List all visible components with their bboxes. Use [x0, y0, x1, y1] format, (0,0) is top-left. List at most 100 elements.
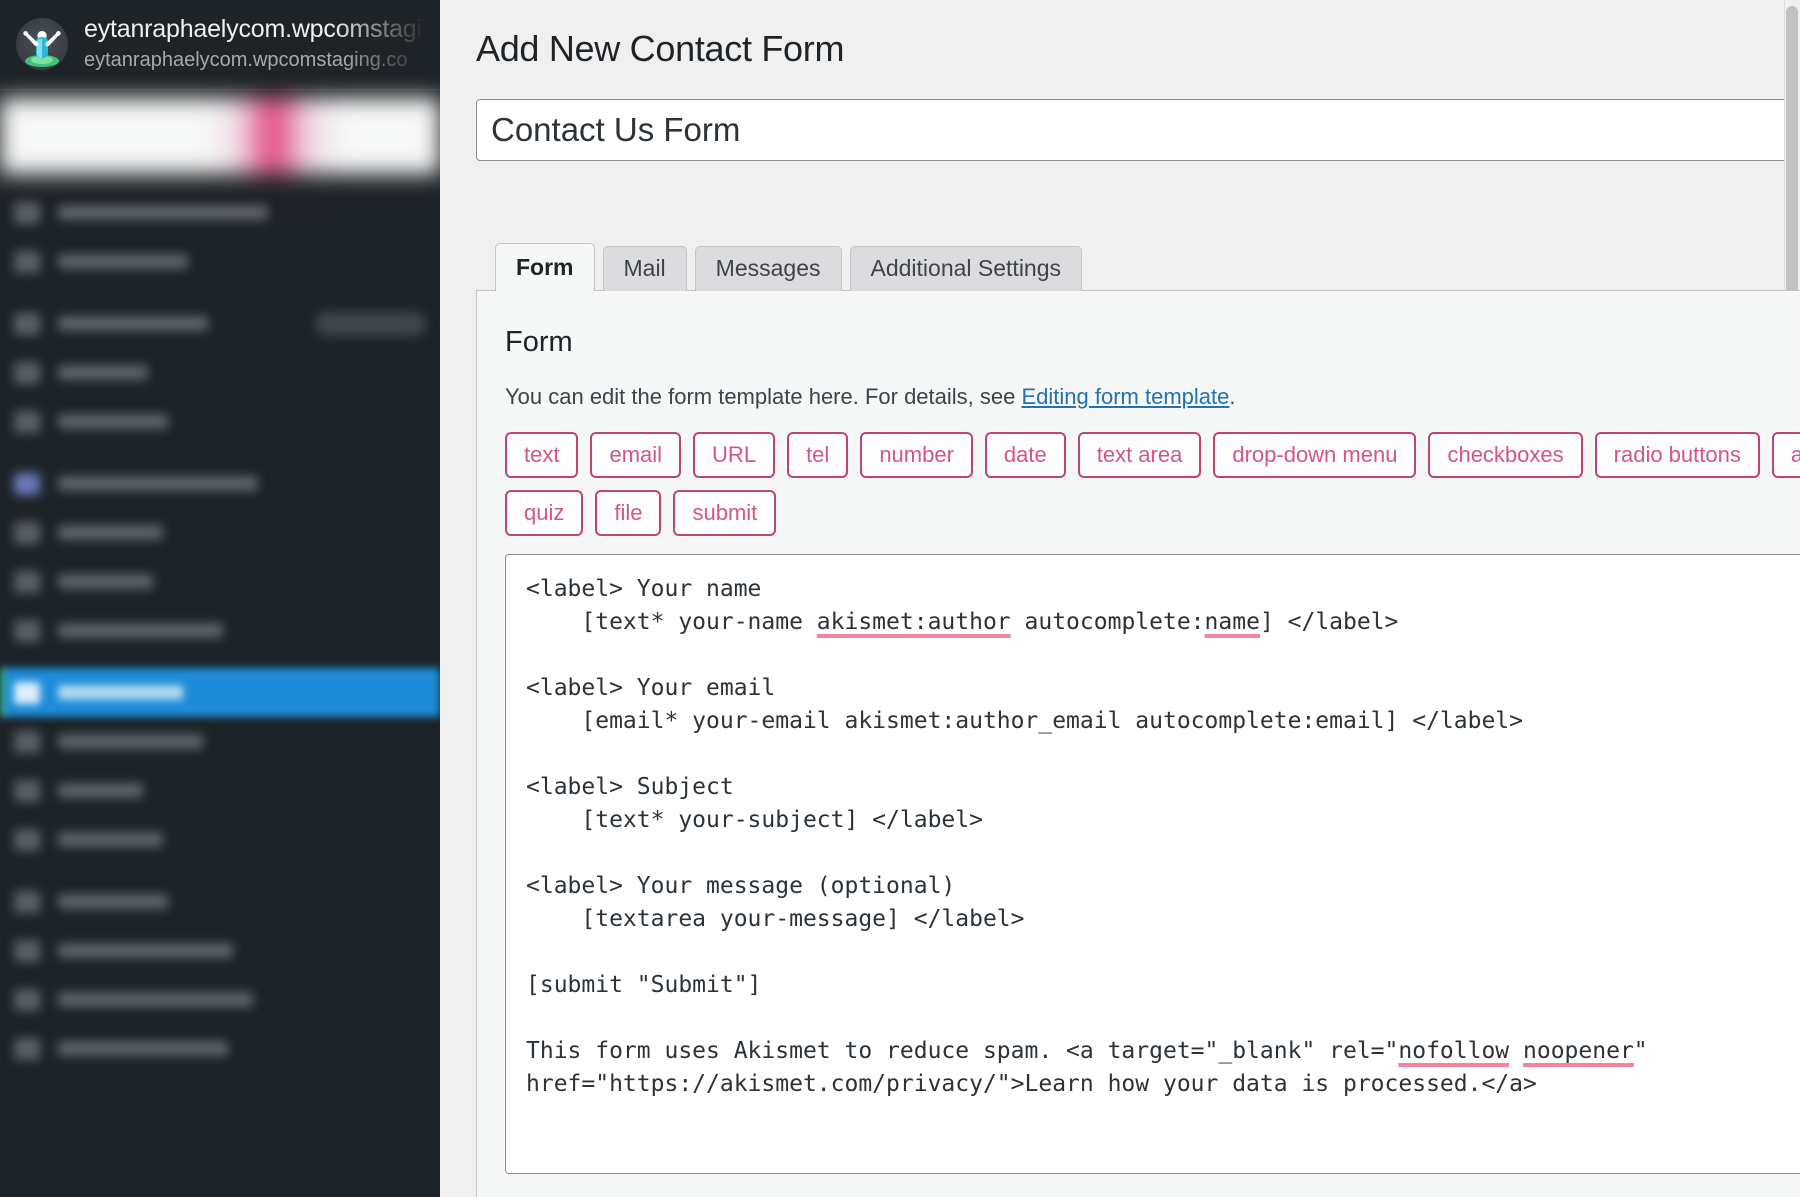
- sidebar-item[interactable]: [0, 237, 440, 286]
- template-line: [526, 738, 1800, 771]
- spellcheck-underline: akismet:author: [816, 609, 1011, 636]
- sidebar-item[interactable]: [0, 926, 440, 975]
- form-tag-generator-buttons: text email URL tel number date text area drop-d…: [505, 432, 1800, 537]
- sidebar-item-icon: [14, 988, 40, 1011]
- template-text: ] </label>: [1259, 609, 1399, 636]
- template-line: href="https://akismet.com/privacy/">Lear…: [526, 1071, 1537, 1098]
- site-url: eytanraphaelycom.wpcomstaging.co: [84, 49, 408, 72]
- tag-button-quiz[interactable]: quiz: [505, 490, 584, 537]
- tag-button-text[interactable]: text: [505, 432, 579, 479]
- sidebar-item-icon: [14, 410, 40, 433]
- sidebar-item[interactable]: [0, 557, 440, 606]
- sidebar-item-badge: [316, 311, 426, 336]
- sidebar-item-label: [58, 783, 143, 798]
- tag-button-row: text email URL tel number date text area drop-d…: [505, 432, 1800, 479]
- sidebar-item-icon: [14, 250, 40, 273]
- tag-button-email[interactable]: email: [590, 432, 682, 479]
- sidebar-item[interactable]: [0, 188, 440, 237]
- sidebar-separator: [0, 286, 440, 299]
- sidebar-item[interactable]: [0, 508, 440, 557]
- template-text: [1509, 1038, 1523, 1064]
- sidebar-item-label: [58, 1041, 228, 1056]
- sidebar-item-icon: [14, 361, 40, 384]
- sidebar-item[interactable]: [0, 606, 440, 655]
- sidebar-item-current[interactable]: [0, 668, 440, 717]
- sidebar-item[interactable]: [0, 717, 440, 766]
- form-tab-panel: Form You can edit the form template here…: [476, 289, 1800, 1197]
- sidebar-item-label: [58, 894, 168, 909]
- page-title: Add New Contact Form: [476, 28, 845, 69]
- site-header[interactable]: eytanraphaelycom.wpcomstaging eytanrapha…: [0, 0, 440, 90]
- sidebar-item[interactable]: [0, 975, 440, 1024]
- tag-button-number[interactable]: number: [860, 432, 973, 479]
- sidebar-item-label: [58, 476, 258, 491]
- sidebar-item-label: [58, 734, 203, 749]
- sidebar-item-icon: [14, 939, 40, 962]
- admin-screen: eytanraphaelycom.wpcomstaging eytanrapha…: [0, 0, 1800, 1197]
- section-title: Form: [505, 325, 573, 358]
- sidebar-item[interactable]: [0, 766, 440, 815]
- site-identity: eytanraphaelycom.wpcomstaging eytanrapha…: [84, 14, 424, 73]
- sidebar-item-icon: [14, 521, 40, 544]
- tag-button-radio-buttons[interactable]: radio buttons: [1594, 432, 1760, 479]
- sidebar-item-icon: [14, 619, 40, 642]
- sidebar-item[interactable]: [0, 397, 440, 446]
- tab-form[interactable]: Form: [495, 242, 595, 291]
- template-line: <label> Subject: [526, 774, 734, 801]
- sidebar-item[interactable]: [0, 877, 440, 926]
- template-line: [text* your-subject] </label>: [526, 807, 983, 834]
- sidebar-item-label: [58, 992, 253, 1007]
- spellcheck-underline: name: [1204, 609, 1260, 636]
- sidebar-item-icon: [14, 681, 40, 704]
- template-line: <label> Your email: [526, 675, 776, 702]
- sidebar-item-icon: [14, 730, 40, 753]
- tag-button-acceptance[interactable]: acceptance: [1771, 432, 1800, 479]
- template-line: [email* your-email akismet:author_email …: [526, 708, 1523, 735]
- form-template-textarea[interactable]: <label> Your name [text* your-name akism…: [505, 554, 1800, 1175]
- sidebar-item-label: [58, 574, 153, 589]
- editing-form-template-link[interactable]: Editing form template: [1021, 384, 1229, 409]
- settings-tabs: Form Mail Messages Additional Settings: [476, 242, 1800, 291]
- sidebar-item-icon: [14, 201, 40, 224]
- sidebar-item[interactable]: [0, 1024, 440, 1073]
- template-line: This form uses Akismet to reduce spam. <…: [526, 1035, 1800, 1068]
- sidebar-item-label: [58, 943, 233, 958]
- sidebar-item-label: [58, 623, 223, 638]
- site-title: eytanraphaelycom.wpcomstaging: [84, 14, 424, 43]
- template-line: [textarea your-message] </label>: [526, 906, 1025, 933]
- sidebar-item[interactable]: [0, 815, 440, 864]
- tab-messages[interactable]: Messages: [694, 245, 842, 291]
- sidebar-search-input[interactable]: [0, 98, 440, 174]
- sidebar-item[interactable]: [0, 459, 440, 508]
- template-line: [submit "Submit"]: [526, 972, 762, 999]
- sidebar-item-label: [58, 254, 188, 269]
- tab-mail[interactable]: Mail: [602, 245, 687, 291]
- sidebar-item-label: [58, 205, 268, 220]
- template-text: ": [1633, 1038, 1648, 1065]
- spellcheck-underline: noopener: [1523, 1038, 1634, 1065]
- template-line: [526, 1002, 1800, 1035]
- template-line: <label> Your message (optional): [526, 873, 956, 900]
- tab-additional-settings[interactable]: Additional Settings: [849, 245, 1083, 291]
- tag-button-submit[interactable]: submit: [673, 490, 777, 537]
- tag-button-file[interactable]: file: [595, 490, 662, 537]
- tag-button-date[interactable]: date: [984, 432, 1066, 479]
- sidebar-separator: [0, 446, 440, 459]
- sidebar-item-label: [58, 316, 208, 331]
- tag-button-row: quiz file submit: [505, 490, 1800, 537]
- form-title-input[interactable]: [476, 98, 1800, 161]
- section-description-text: You can edit the form template here. For…: [505, 383, 1022, 409]
- sidebar-separator: [0, 655, 440, 668]
- sidebar-item-icon: [14, 779, 40, 802]
- tag-button-tel[interactable]: tel: [787, 432, 849, 479]
- template-text: autocomplete:: [1010, 609, 1205, 636]
- tag-button-checkboxes[interactable]: checkboxes: [1428, 432, 1583, 479]
- sidebar-item[interactable]: [0, 299, 440, 348]
- tag-button-drop-down-menu[interactable]: drop-down menu: [1213, 432, 1417, 479]
- sidebar-item-label: [58, 832, 163, 847]
- main-content: Add New Contact Form FormMailMessagesAdd…: [440, 0, 1800, 1197]
- sidebar-item[interactable]: [0, 348, 440, 397]
- tag-button-text-area[interactable]: text area: [1077, 432, 1202, 479]
- tag-button-url[interactable]: URL: [693, 432, 776, 479]
- section-description: You can edit the form template here. For…: [505, 382, 1800, 413]
